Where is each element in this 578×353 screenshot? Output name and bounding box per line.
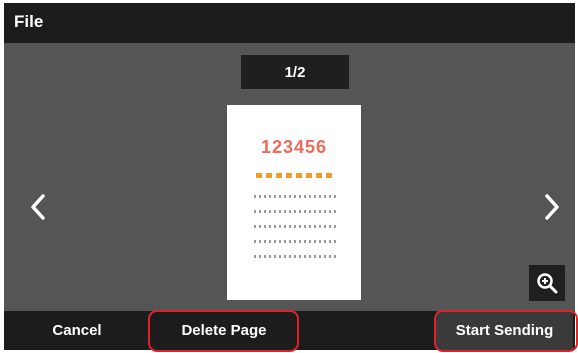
delete-page-button[interactable]: Delete Page <box>150 311 298 350</box>
page-indicator: 1/2 <box>241 55 349 89</box>
preview-text-line <box>254 240 338 243</box>
screen-title: File <box>14 12 44 31</box>
preview-text-line <box>254 225 338 228</box>
preview-dash-row <box>256 173 336 178</box>
preview-text-line <box>254 255 338 258</box>
title-bar: File <box>4 3 575 43</box>
zoom-in-icon <box>537 273 558 294</box>
start-sending-button[interactable]: Start Sending <box>436 311 573 350</box>
zoom-button[interactable] <box>529 265 565 301</box>
action-bar: Cancel Delete Page Start Sending <box>4 311 575 350</box>
cancel-button[interactable]: Cancel <box>22 311 132 350</box>
preview-text-line <box>254 195 338 198</box>
preview-text-line <box>254 210 338 213</box>
preview-text-lines <box>254 195 338 270</box>
previous-page-button[interactable] <box>23 187 53 227</box>
chevron-left-icon <box>31 194 45 220</box>
page-preview: 123456 <box>227 105 361 300</box>
device-frame: File 1/2 123456 Cancel Delete Page Start… <box>0 0 578 353</box>
next-page-button[interactable] <box>537 187 567 227</box>
send-preview-screen: File 1/2 123456 Cancel Delete Page Start… <box>4 3 575 350</box>
chevron-right-icon <box>545 194 559 220</box>
document-number-text: 123456 <box>260 137 328 157</box>
